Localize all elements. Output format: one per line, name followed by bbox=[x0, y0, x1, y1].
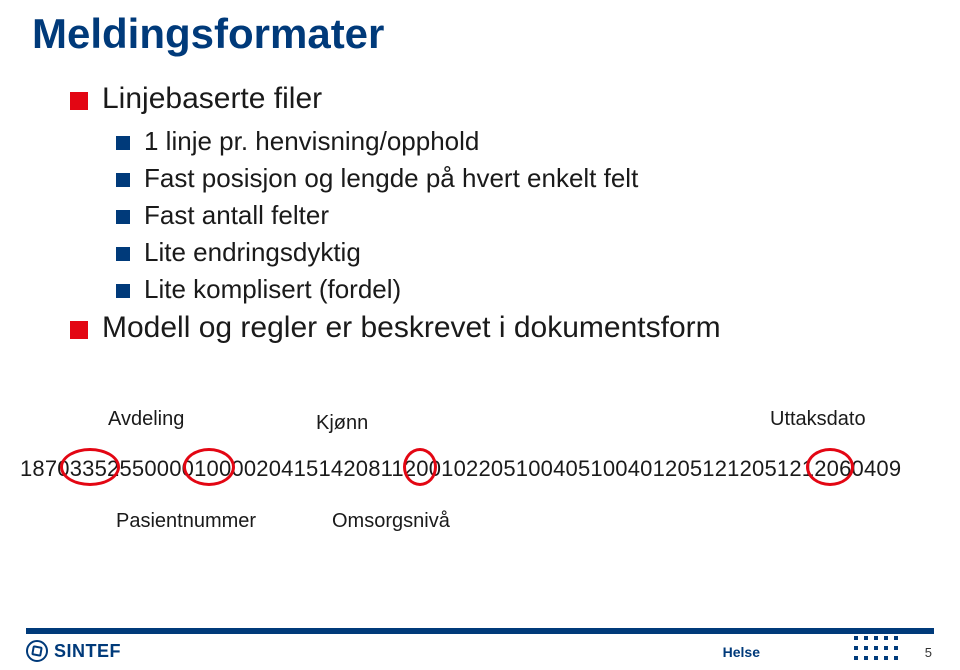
bullet-marker-icon bbox=[116, 173, 130, 187]
bullet-text: Fast antall felter bbox=[144, 200, 329, 231]
diagram: Avdeling Kjønn Uttaksdato 18703352550000… bbox=[0, 408, 960, 588]
footer-divider bbox=[26, 628, 934, 634]
bullet-level2: Lite komplisert (fordel) bbox=[116, 274, 890, 305]
oval-highlight-icon bbox=[403, 448, 437, 486]
bullet-marker-icon bbox=[116, 247, 130, 261]
bullet-marker-icon bbox=[70, 92, 88, 110]
footer: SINTEF Helse 5 bbox=[0, 628, 960, 670]
bullet-marker-icon bbox=[116, 210, 130, 224]
bullet-marker-icon bbox=[116, 136, 130, 150]
content-area: Linjebaserte filer 1 linje pr. henvisnin… bbox=[70, 82, 890, 355]
data-string: 1870335255000010000204151420811200102205… bbox=[20, 456, 901, 482]
bullet-text: Lite komplisert (fordel) bbox=[144, 274, 401, 305]
oval-highlight-icon bbox=[806, 448, 854, 486]
label-kjonn: Kjønn bbox=[316, 412, 368, 435]
logo: SINTEF bbox=[26, 640, 121, 662]
label-pasientnummer: Pasientnummer bbox=[116, 510, 256, 533]
bullet-level1: Linjebaserte filer bbox=[70, 82, 890, 116]
label-avdeling: Avdeling bbox=[108, 408, 184, 431]
bullet-marker-icon bbox=[116, 284, 130, 298]
logo-badge-icon bbox=[26, 640, 48, 662]
bullet-level2: Fast antall felter bbox=[116, 200, 890, 231]
bullet-text: Fast posisjon og lengde på hvert enkelt … bbox=[144, 163, 638, 194]
bullet-level2: 1 linje pr. henvisning/opphold bbox=[116, 126, 890, 157]
bullet-level1: Modell og regler er beskrevet i dokument… bbox=[70, 311, 890, 345]
bullet-level2: Lite endringsdyktig bbox=[116, 237, 890, 268]
logo-text: SINTEF bbox=[54, 641, 121, 662]
bullet-text: Modell og regler er beskrevet i dokument… bbox=[102, 311, 721, 345]
footer-section: Helse bbox=[723, 644, 760, 660]
oval-highlight-icon bbox=[183, 448, 235, 486]
bullet-text: 1 linje pr. henvisning/opphold bbox=[144, 126, 479, 157]
slide: Meldingsformater Linjebaserte filer 1 li… bbox=[0, 0, 960, 670]
oval-highlight-icon bbox=[60, 448, 120, 486]
label-omsorgsniva: Omsorgsnivå bbox=[332, 510, 450, 533]
bullet-level2: Fast posisjon og lengde på hvert enkelt … bbox=[116, 163, 890, 194]
bullet-text: Linjebaserte filer bbox=[102, 82, 322, 116]
footer-dots-icon bbox=[854, 636, 900, 662]
label-uttaksdato: Uttaksdato bbox=[770, 408, 866, 431]
page-number: 5 bbox=[925, 645, 932, 660]
bullet-marker-icon bbox=[70, 321, 88, 339]
bullet-text: Lite endringsdyktig bbox=[144, 237, 361, 268]
slide-title: Meldingsformater bbox=[32, 10, 384, 58]
